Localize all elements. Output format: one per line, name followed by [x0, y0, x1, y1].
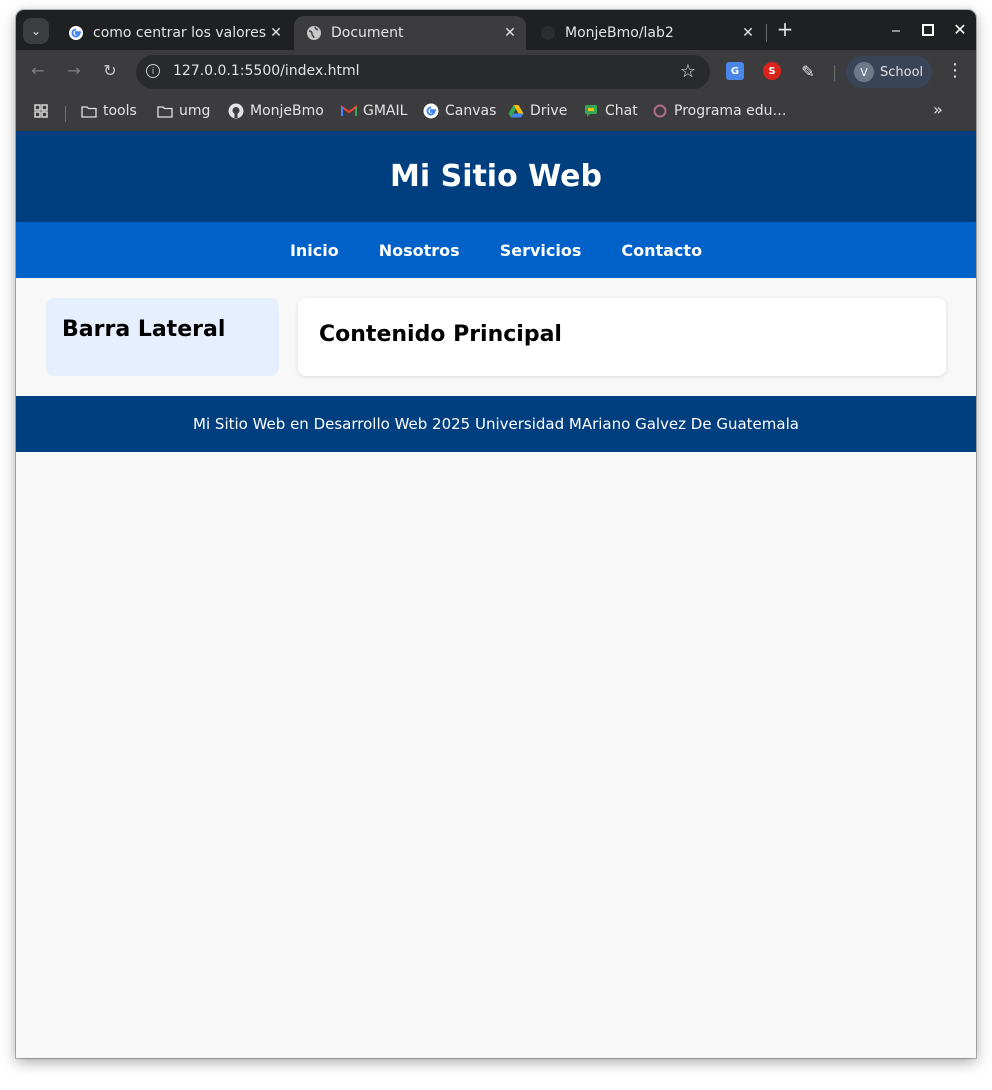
bookmark-star-icon[interactable]: ☆: [680, 61, 696, 82]
bookmarks-bar: tools umg MonjeBmo GMAIL Canvas Drive Ch…: [16, 92, 976, 132]
back-arrow-icon[interactable]: ←: [27, 60, 49, 82]
google-icon: [68, 25, 84, 41]
forward-arrow-icon[interactable]: →: [63, 60, 85, 82]
minimize-icon[interactable]: ⎯: [885, 18, 907, 42]
reload-icon[interactable]: ↻: [99, 60, 121, 82]
avatar: V: [854, 62, 874, 82]
main-title: Contenido Principal: [319, 322, 562, 347]
github-icon: [540, 25, 556, 41]
more-menu-icon[interactable]: ⋮: [946, 60, 964, 81]
nav-link-nosotros[interactable]: Nosotros: [379, 241, 460, 260]
bookmark-label: Programa edu…: [674, 103, 787, 119]
footer-text: Mi Sitio Web en Desarrollo Web 2025 Univ…: [193, 415, 799, 433]
globe-icon: [306, 25, 322, 41]
bookmark-label: Canvas: [445, 103, 497, 119]
close-window-icon[interactable]: ✕: [949, 18, 971, 42]
bookmark-monjebmo[interactable]: MonjeBmo: [228, 101, 324, 121]
tab-google-search[interactable]: como centrar los valores ✕: [56, 16, 292, 50]
nav-link-contacto[interactable]: Contacto: [621, 241, 702, 260]
maximize-icon[interactable]: [917, 18, 939, 42]
bookmark-umg[interactable]: umg: [157, 101, 210, 121]
tab-document[interactable]: Document ✕: [294, 16, 526, 50]
tab-title: como centrar los valores: [93, 25, 266, 41]
sidebar-title: Barra Lateral: [62, 317, 226, 342]
apps-grid-icon[interactable]: [34, 101, 48, 121]
tab-search-button[interactable]: ⌄: [23, 18, 49, 44]
bookmark-label: Drive: [530, 103, 568, 119]
address-bar[interactable]: i 127.0.0.1:5500/index.html ☆: [136, 55, 710, 89]
bookmark-label: Chat: [605, 103, 638, 119]
toolbar-separator: [834, 65, 835, 81]
site-footer: Mi Sitio Web en Desarrollo Web 2025 Univ…: [16, 396, 976, 452]
bookmark-chat[interactable]: Chat: [583, 101, 638, 121]
extensions-puzzle-icon[interactable]: ✎: [799, 62, 817, 81]
bookmark-programa[interactable]: Programa edu…: [652, 101, 786, 121]
bookmark-tools[interactable]: tools: [81, 101, 137, 121]
nav-link-servicios[interactable]: Servicios: [500, 241, 582, 260]
tab-github-lab2[interactable]: MonjeBmo/lab2 ✕: [528, 16, 764, 50]
nav-link-inicio[interactable]: Inicio: [290, 241, 339, 260]
security-extension-icon[interactable]: S: [763, 62, 781, 80]
bookmark-label: GMAIL: [363, 103, 408, 119]
close-icon[interactable]: ✕: [266, 25, 286, 41]
tab-title: MonjeBmo/lab2: [565, 25, 674, 41]
chat-icon: [583, 103, 599, 119]
site-nav: Inicio Nosotros Servicios Contacto: [16, 222, 976, 278]
google-icon: [423, 103, 439, 119]
tab-title: Document: [331, 25, 404, 41]
page-title: Mi Sitio Web: [390, 159, 602, 194]
tab-strip: ⌄ como centrar los valores ✕ Document ✕ …: [16, 10, 976, 50]
browser-window: ⌄ como centrar los valores ✕ Document ✕ …: [16, 10, 976, 1058]
profile-button[interactable]: V School: [846, 56, 932, 88]
folder-icon: [157, 103, 173, 119]
sidebar: Barra Lateral: [46, 298, 279, 376]
bookmarks-overflow-icon[interactable]: »: [933, 100, 943, 119]
translate-extension-icon[interactable]: G: [726, 62, 744, 80]
drive-icon: [508, 103, 524, 119]
profile-label: School: [880, 64, 924, 80]
gmail-icon: [341, 103, 357, 119]
close-icon[interactable]: ✕: [738, 25, 758, 41]
chevron-down-icon: ⌄: [30, 24, 42, 38]
github-icon: [228, 103, 244, 119]
bookmark-gmail[interactable]: GMAIL: [341, 101, 407, 121]
browser-toolbar: ← → ↻ i 127.0.0.1:5500/index.html ☆ G S …: [16, 50, 976, 92]
circle-icon: [652, 103, 668, 119]
bookmark-drive[interactable]: Drive: [508, 101, 567, 121]
bookmark-label: umg: [179, 103, 211, 119]
close-icon[interactable]: ✕: [500, 25, 520, 41]
folder-icon: [81, 103, 97, 119]
page-viewport: Mi Sitio Web Inicio Nosotros Servicios C…: [16, 131, 976, 1058]
site-header: Mi Sitio Web: [16, 131, 976, 222]
bookmark-label: MonjeBmo: [250, 103, 324, 119]
url-text[interactable]: 127.0.0.1:5500/index.html: [173, 63, 360, 79]
bookmark-canvas[interactable]: Canvas: [423, 101, 496, 121]
bookmark-label: tools: [103, 103, 137, 119]
new-tab-button[interactable]: +: [774, 18, 796, 42]
main-content: Contenido Principal: [298, 298, 946, 376]
tab-separator: [766, 24, 767, 42]
bookmarks-separator: [65, 106, 66, 122]
site-info-icon[interactable]: i: [146, 64, 160, 78]
